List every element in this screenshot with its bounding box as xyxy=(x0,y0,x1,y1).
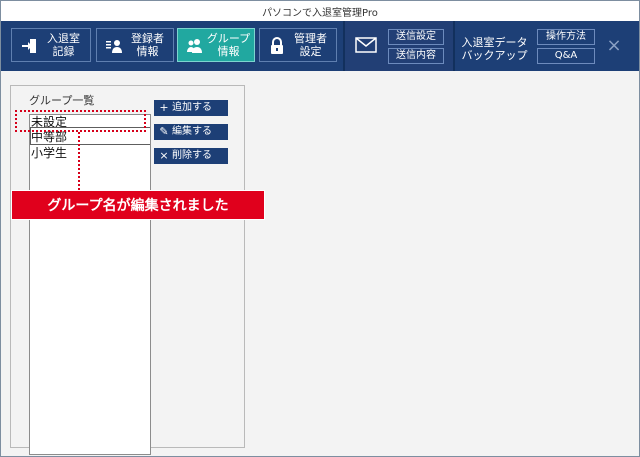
registrant-info-button[interactable]: 登録者 情報 xyxy=(96,28,174,62)
main-toolbar: 入退室 記録 登録者 情報 グループ 情報 管理者 設定 送信設定 送信内容 入… xyxy=(1,21,639,71)
group-info-button[interactable]: グループ 情報 xyxy=(177,28,255,62)
close-icon[interactable]: × xyxy=(605,37,623,55)
admin-settings-button[interactable]: 管理者 設定 xyxy=(259,28,337,62)
send-settings-button[interactable]: 送信設定 xyxy=(388,29,444,45)
add-button-label: 追加する xyxy=(172,102,212,113)
edit-button[interactable]: ✎ 編集する xyxy=(154,124,228,140)
entry-record-label: 入退室 記録 xyxy=(47,32,80,58)
send-content-button[interactable]: 送信内容 xyxy=(388,48,444,64)
group-info-label: グループ 情報 xyxy=(206,32,251,58)
delete-button-label: 削除する xyxy=(172,150,212,161)
pencil-icon: ✎ xyxy=(159,125,169,138)
qa-button[interactable]: Q&A xyxy=(537,48,595,64)
group-list-title: グループ一覧 xyxy=(27,92,97,108)
registrant-info-label: 登録者 情報 xyxy=(131,32,164,58)
edit-button-label: 編集する xyxy=(172,126,212,137)
backup-button[interactable]: 入退室データ バックアップ xyxy=(457,36,532,62)
door-exit-icon xyxy=(22,39,36,53)
title-bar: パソコンで入退室管理Pro xyxy=(1,1,639,21)
app-window: パソコンで入退室管理Pro 入退室 記録 登録者 情報 グループ 情報 管理者 … xyxy=(0,0,640,457)
add-button[interactable]: + 追加する xyxy=(154,100,228,116)
edited-item-highlight xyxy=(15,110,146,132)
mail-icon xyxy=(355,37,377,53)
list-item[interactable]: 小学生 xyxy=(31,144,67,161)
window-title: パソコンで入退室管理Pro xyxy=(262,8,378,19)
group-icon xyxy=(187,39,202,53)
admin-settings-label: 管理者 設定 xyxy=(294,32,327,58)
callout-connector xyxy=(78,132,80,190)
delete-button[interactable]: × 削除する xyxy=(154,148,228,164)
group-listbox[interactable]: 未設定 中等部 小学生 xyxy=(29,114,151,455)
person-card-icon xyxy=(106,40,122,53)
plus-icon: + xyxy=(159,101,169,114)
mail-section: 送信設定 送信内容 xyxy=(343,21,455,71)
close-small-icon: × xyxy=(159,149,169,162)
how-to-button[interactable]: 操作方法 xyxy=(537,29,595,45)
entry-record-button[interactable]: 入退室 記録 xyxy=(11,28,91,62)
lock-icon xyxy=(271,37,283,54)
edit-confirmation-callout: グループ名が編集されました xyxy=(11,190,265,220)
